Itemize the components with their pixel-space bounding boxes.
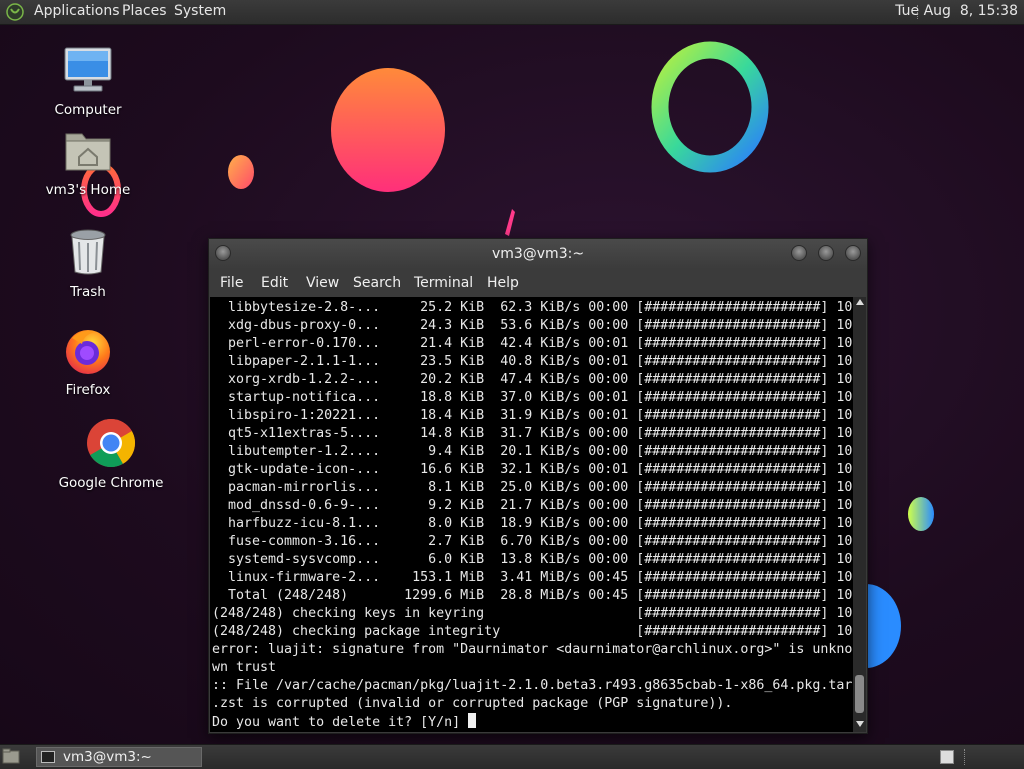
places-menu[interactable]: Places — [122, 3, 167, 19]
bottom-panel: vm3@vm3:~ — [0, 744, 1024, 769]
terminal-line: :: File /var/cache/pacman/pkg/luajit-2.1… — [212, 678, 853, 693]
firefox-icon — [66, 330, 110, 374]
desktop-icon-label: Computer — [54, 102, 122, 118]
scroll-up-arrow-icon[interactable] — [856, 299, 864, 305]
terminal-line: perl-error-0.170... 21.4 KiB 42.4 KiB/s … — [212, 336, 853, 351]
window-titlebar[interactable]: vm3@vm3:~ — [209, 239, 867, 269]
terminal-line: libpaper-2.1.1-1... 23.5 KiB 40.8 KiB/s … — [212, 354, 853, 369]
desktop-icon-label: Firefox — [65, 382, 111, 398]
terminal-line: xorg-xrdb-1.2.2-... 20.2 KiB 47.4 KiB/s … — [212, 372, 853, 387]
maximize-button[interactable] — [818, 245, 834, 261]
clock[interactable]: Tue Aug 8, 15:38 — [895, 3, 1018, 19]
chrome-icon — [87, 418, 136, 468]
menu-file[interactable]: File — [220, 275, 243, 291]
menu-edit[interactable]: Edit — [261, 275, 288, 291]
terminal-line: fuse-common-3.16... 2.7 KiB 6.70 KiB/s 0… — [212, 534, 853, 549]
applications-menu[interactable]: Applications — [34, 3, 120, 19]
terminal-line: qt5-x11extras-5.... 14.8 KiB 31.7 KiB/s … — [212, 426, 853, 441]
home-folder-icon — [65, 133, 111, 171]
terminal-line: .zst is corrupted (invalid or corrupted … — [212, 696, 733, 711]
desktop-icon-home[interactable]: vm3's Home — [33, 124, 143, 198]
minimize-button[interactable] — [791, 245, 807, 261]
terminal-line: xdg-dbus-proxy-0... 24.3 KiB 53.6 KiB/s … — [212, 318, 853, 333]
desktop-icon-label: Trash — [70, 284, 106, 300]
desktop-icon-label: Google Chrome — [58, 475, 164, 491]
scroll-down-arrow-icon[interactable] — [856, 721, 864, 727]
top-panel: Applications Places System Tue Aug 8, 15… — [0, 0, 1024, 25]
panel-separator — [964, 749, 967, 765]
terminal-line: libutempter-1.2.... 9.4 KiB 20.1 KiB/s 0… — [212, 444, 853, 459]
terminal-line: linux-firmware-2... 153.1 MiB 3.41 MiB/s… — [212, 570, 853, 585]
close-button[interactable] — [845, 245, 861, 261]
terminal-menubar: File Edit View Search Terminal Help — [209, 269, 867, 297]
terminal-cursor — [468, 713, 477, 728]
desktop-icon-computer[interactable]: Computer — [33, 44, 143, 118]
terminal-line: startup-notifica... 18.8 KiB 37.0 KiB/s … — [212, 390, 853, 405]
terminal-line: wn trust — [212, 660, 277, 675]
menu-view[interactable]: View — [306, 275, 339, 291]
terminal-line: Total (248/248) 1299.6 MiB 28.8 MiB/s 00… — [212, 588, 853, 603]
terminal-output[interactable]: libbytesize-2.8-... 25.2 KiB 62.3 KiB/s … — [210, 297, 853, 732]
terminal-text: libbytesize-2.8-... 25.2 KiB 62.3 KiB/s … — [210, 299, 853, 732]
terminal-line: systemd-sysvcomp... 6.0 KiB 13.8 KiB/s 0… — [212, 552, 853, 567]
terminal-line: (248/248) checking keys in keyring [####… — [212, 606, 853, 621]
workspace-switcher[interactable] — [940, 750, 954, 764]
computer-icon — [64, 47, 112, 92]
desktop-icon-google-chrome[interactable]: Google Chrome — [56, 417, 166, 491]
desktop-icon-trash[interactable]: Trash — [33, 226, 143, 300]
show-desktop-icon[interactable] — [2, 748, 20, 765]
window-title: vm3@vm3:~ — [491, 246, 585, 262]
system-menu[interactable]: System — [174, 3, 226, 19]
terminal-line: libspiro-1:20221... 18.4 KiB 31.9 KiB/s … — [212, 408, 853, 423]
trash-icon — [70, 229, 106, 275]
terminal-line: pacman-mirrorlis... 8.1 KiB 25.0 KiB/s 0… — [212, 480, 853, 495]
desktop-icon-firefox[interactable]: Firefox — [33, 324, 143, 398]
taskbar-window-button[interactable]: vm3@vm3:~ — [36, 747, 202, 767]
mate-logo-icon[interactable] — [6, 3, 24, 21]
terminal-line: libbytesize-2.8-... 25.2 KiB 62.3 KiB/s … — [212, 300, 853, 315]
terminal-line: harfbuzz-icu-8.1... 8.0 KiB 18.9 KiB/s 0… — [212, 516, 853, 531]
menu-search[interactable]: Search — [353, 275, 401, 291]
terminal-line: mod_dnssd-0.6-9-... 9.2 KiB 21.7 KiB/s 0… — [212, 498, 853, 513]
menu-help[interactable]: Help — [487, 275, 519, 291]
terminal-line: Do you want to delete it? [Y/n] — [212, 715, 469, 730]
terminal-icon — [41, 751, 55, 763]
scrollbar-thumb[interactable] — [855, 675, 864, 713]
taskbar-window-label: vm3@vm3:~ — [63, 749, 152, 765]
terminal-window[interactable]: vm3@vm3:~ File Edit View Search Terminal… — [208, 238, 868, 734]
desktop-icon-label: vm3's Home — [45, 182, 131, 198]
terminal-scrollbar[interactable] — [853, 297, 866, 732]
terminal-line: (248/248) checking package integrity [##… — [212, 624, 853, 639]
terminal-line: gtk-update-icon-... 16.6 KiB 32.1 KiB/s … — [212, 462, 853, 477]
menu-terminal[interactable]: Terminal — [414, 275, 473, 291]
terminal-line: error: luajit: signature from "Daurnimat… — [212, 642, 853, 657]
